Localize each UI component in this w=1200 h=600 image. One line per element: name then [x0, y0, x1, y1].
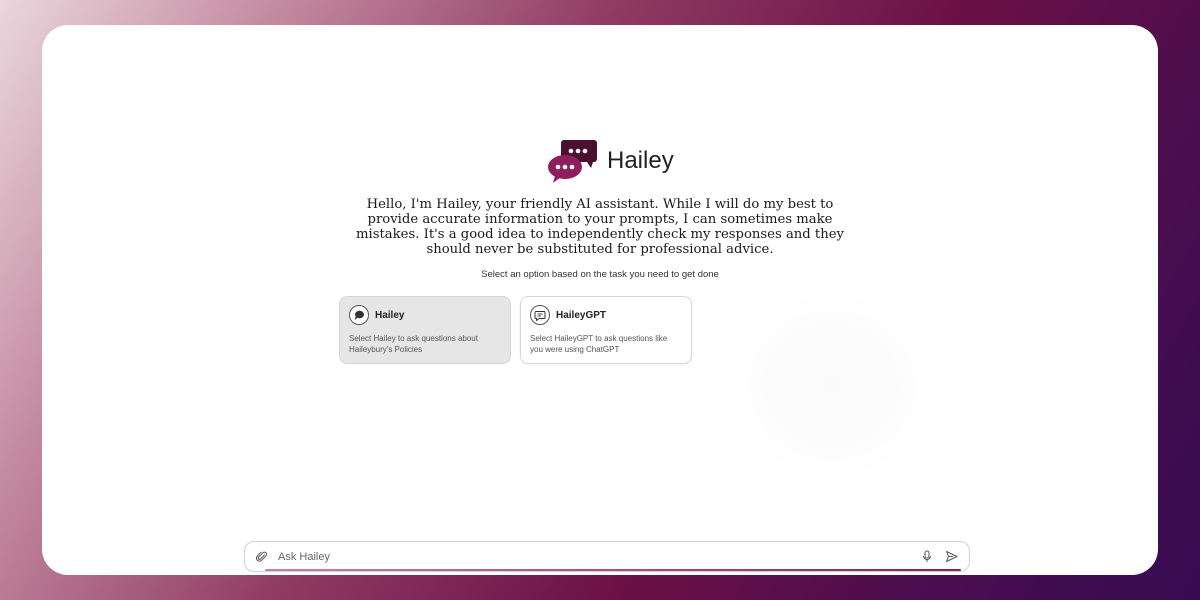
option-card-header: HaileyGPT: [530, 305, 682, 325]
option-title: HaileyGPT: [556, 309, 607, 321]
send-icon[interactable]: [942, 548, 960, 566]
chat-bubbles-icon: [548, 140, 597, 183]
paperclip-icon[interactable]: [254, 549, 270, 565]
app-window: Hailey Hello, I'm Hailey, your friendly …: [42, 25, 1158, 575]
message-square-icon: [530, 305, 550, 325]
chat-input[interactable]: [278, 550, 912, 563]
microphone-icon[interactable]: [918, 548, 936, 566]
select-option-prompt: Select an option based on the task you n…: [481, 269, 719, 280]
option-description: Select HaileyGPT to ask questions like y…: [530, 334, 668, 354]
option-card-haileygpt[interactable]: HaileyGPT Select HaileyGPT to ask questi…: [520, 296, 692, 364]
option-card-hailey[interactable]: Hailey Select Hailey to ask questions ab…: [339, 296, 511, 364]
brand-name: Hailey: [607, 147, 674, 174]
background-decoration: [732, 295, 932, 475]
brand-header: Hailey: [547, 138, 674, 184]
chat-composer: [244, 541, 970, 572]
chat-bubble-icon: [349, 305, 369, 325]
intro-text: Hello, I'm Hailey, your friendly AI assi…: [356, 197, 844, 257]
option-card-header: Hailey: [349, 305, 501, 325]
option-title: Hailey: [375, 309, 405, 321]
option-description: Select Hailey to ask questions about Hai…: [349, 334, 478, 354]
